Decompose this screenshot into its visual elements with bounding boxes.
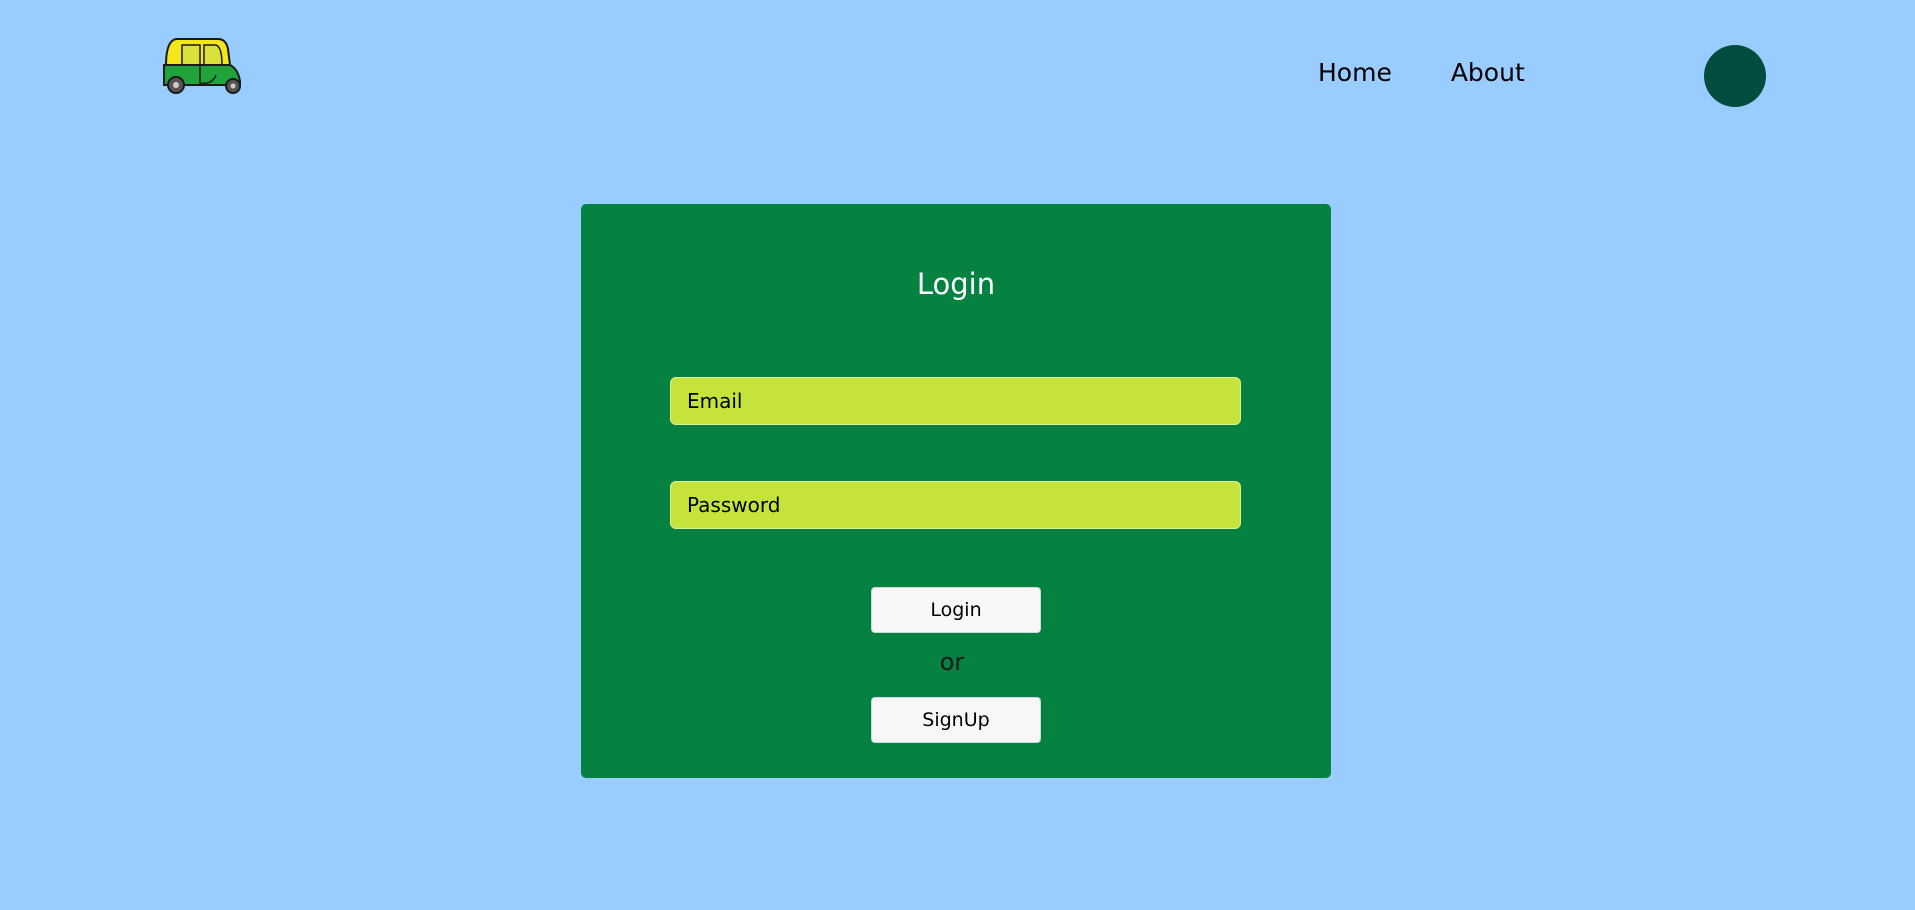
- avatar[interactable]: [1704, 45, 1766, 107]
- logo[interactable]: [160, 35, 244, 95]
- login-title: Login: [916, 267, 996, 301]
- main-nav: Home About: [1318, 55, 1525, 91]
- nav-home-link[interactable]: Home: [1318, 55, 1392, 91]
- auto-rickshaw-icon: [163, 38, 241, 94]
- login-card: Login Login or SignUp: [581, 204, 1331, 778]
- password-input[interactable]: [670, 481, 1241, 529]
- nav-about-link[interactable]: About: [1451, 55, 1525, 91]
- or-separator: or: [939, 648, 965, 676]
- login-button[interactable]: Login: [871, 587, 1041, 633]
- signup-button[interactable]: SignUp: [871, 697, 1041, 743]
- email-input[interactable]: [670, 377, 1241, 425]
